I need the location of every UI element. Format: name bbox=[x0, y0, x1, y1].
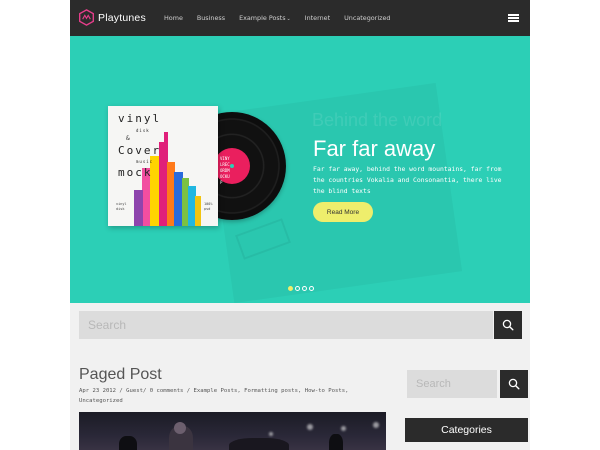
sleeve-title: Cover bbox=[118, 144, 162, 157]
post-meta: Apr 23 2012 / Guest/ 0 comments / Exampl… bbox=[79, 388, 349, 404]
hero-slider: Behind the word VINYLRECORDMOCKUP vinyl … bbox=[70, 36, 530, 303]
post-category[interactable]: Formatting posts bbox=[244, 388, 298, 394]
nav-item-uncategorized[interactable]: Uncategorized bbox=[344, 14, 390, 22]
sleeve-subtitle: music bbox=[136, 159, 154, 164]
sleeve-title: mock bbox=[118, 166, 153, 179]
post-category[interactable]: How-to Posts bbox=[305, 388, 345, 394]
sidebar-search-input[interactable] bbox=[407, 370, 497, 398]
chevron-down-icon: ⌄ bbox=[286, 16, 291, 22]
post-date: Apr 23 2012 bbox=[79, 388, 117, 394]
sidebar-search-button[interactable] bbox=[500, 370, 528, 398]
post-featured-image[interactable] bbox=[79, 412, 386, 450]
logo[interactable]: Playtunes bbox=[78, 9, 146, 26]
sleeve-footer-text: 100% psd bbox=[204, 202, 213, 211]
performer-silhouette bbox=[174, 422, 186, 434]
nav-item-example-posts-label: Example Posts bbox=[239, 14, 286, 22]
skyline-building bbox=[134, 190, 143, 226]
sidebar-search bbox=[407, 370, 497, 398]
post-category[interactable]: Example Posts bbox=[194, 388, 238, 394]
album-sleeve: vinyl disk & Cover music mock vinyl disk… bbox=[108, 106, 218, 226]
main-nav: Home Business Example Posts⌄ Internet Un… bbox=[164, 0, 404, 36]
post-category[interactable]: Uncategorized bbox=[79, 398, 123, 404]
slider-pagination bbox=[288, 286, 316, 291]
search-icon bbox=[502, 319, 514, 331]
record-label-text: VINYLRECORDMOCKUP bbox=[220, 156, 230, 185]
sleeve-title: vinyl bbox=[118, 112, 162, 125]
slider-dot[interactable] bbox=[288, 286, 293, 291]
menu-line bbox=[508, 17, 519, 19]
search-bar bbox=[79, 311, 493, 339]
nav-item-home[interactable]: Home bbox=[164, 14, 183, 22]
post-comments[interactable]: 0 comments bbox=[150, 388, 184, 394]
hamburger-menu-icon[interactable] bbox=[508, 14, 519, 22]
post-title[interactable]: Paged Post bbox=[79, 366, 162, 384]
categories-widget-title: Categories bbox=[405, 418, 528, 442]
performer-silhouette bbox=[229, 438, 289, 450]
hero-heading: Far far away bbox=[313, 136, 436, 161]
nav-item-business[interactable]: Business bbox=[197, 14, 225, 22]
read-more-button[interactable]: Read More bbox=[313, 202, 373, 222]
album-mockup-image: VINYLRECORDMOCKUP vinyl disk & Cover mus… bbox=[108, 106, 286, 226]
slider-dot[interactable] bbox=[295, 286, 300, 291]
nav-item-example-posts[interactable]: Example Posts⌄ bbox=[239, 14, 291, 22]
site-container: Playtunes Home Business Example Posts⌄ I… bbox=[70, 0, 530, 450]
post-author[interactable]: Guest bbox=[126, 388, 143, 394]
hexagon-logo-icon bbox=[79, 9, 94, 26]
brand-name: Playtunes bbox=[98, 11, 146, 24]
record-label: VINYLRECORDMOCKUP bbox=[214, 148, 250, 185]
performer-silhouette bbox=[329, 434, 343, 450]
hero-background-text: Behind the word bbox=[312, 110, 443, 130]
site-header: Playtunes Home Business Example Posts⌄ I… bbox=[70, 0, 530, 36]
skyline-building bbox=[195, 196, 201, 226]
hero-text: Far far away, behind the word mountains,… bbox=[313, 165, 502, 195]
sleeve-subtitle: disk bbox=[136, 128, 150, 133]
sleeve-footer-text: vinyl disk bbox=[116, 202, 127, 211]
search-input[interactable] bbox=[79, 311, 493, 339]
stage-light bbox=[373, 422, 379, 428]
sleeve-ampersand: & bbox=[126, 135, 132, 142]
record-hole bbox=[230, 164, 234, 168]
performer-silhouette bbox=[119, 436, 137, 450]
search-button[interactable] bbox=[494, 311, 522, 339]
slider-dot[interactable] bbox=[302, 286, 307, 291]
search-icon bbox=[508, 378, 520, 390]
stage-light bbox=[341, 426, 346, 431]
menu-line bbox=[508, 20, 519, 22]
slider-dot[interactable] bbox=[309, 286, 314, 291]
stage-light bbox=[269, 432, 273, 436]
stage-light bbox=[307, 424, 313, 430]
menu-line bbox=[508, 14, 519, 16]
nav-item-internet[interactable]: Internet bbox=[305, 14, 330, 22]
